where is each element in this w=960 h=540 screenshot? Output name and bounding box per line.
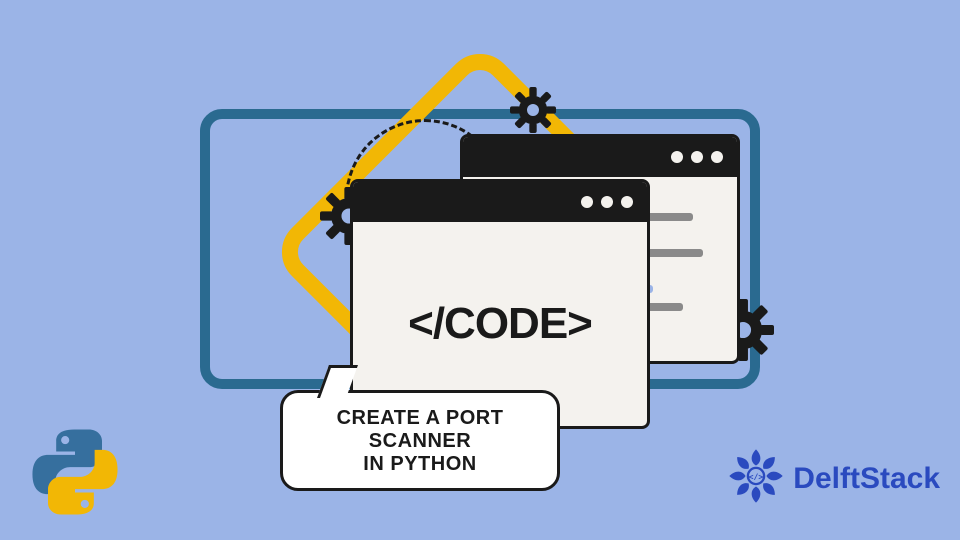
window-dot <box>581 196 593 208</box>
svg-text:</>: </> <box>749 471 764 481</box>
delftstack-branding: </> DelftStack <box>727 447 940 510</box>
window-dot <box>601 196 613 208</box>
delftstack-name: DelftStack <box>793 462 940 496</box>
speech-line-1: Create a Port Scanner <box>301 407 539 453</box>
code-text: </CODE> <box>408 299 592 349</box>
illustration-stage: </CODE> <box>200 79 760 439</box>
titlebar-front <box>353 182 647 222</box>
delftstack-logo-icon: </> <box>727 447 785 510</box>
titlebar-back <box>463 137 737 177</box>
window-dot <box>621 196 633 208</box>
window-dot <box>671 151 683 163</box>
speech-line-2: in Python <box>301 453 539 476</box>
python-logo-icon <box>30 427 120 522</box>
speech-bubble: Create a Port Scanner in Python <box>280 390 560 491</box>
gear-icon <box>510 87 556 133</box>
window-dot <box>691 151 703 163</box>
window-dot <box>711 151 723 163</box>
